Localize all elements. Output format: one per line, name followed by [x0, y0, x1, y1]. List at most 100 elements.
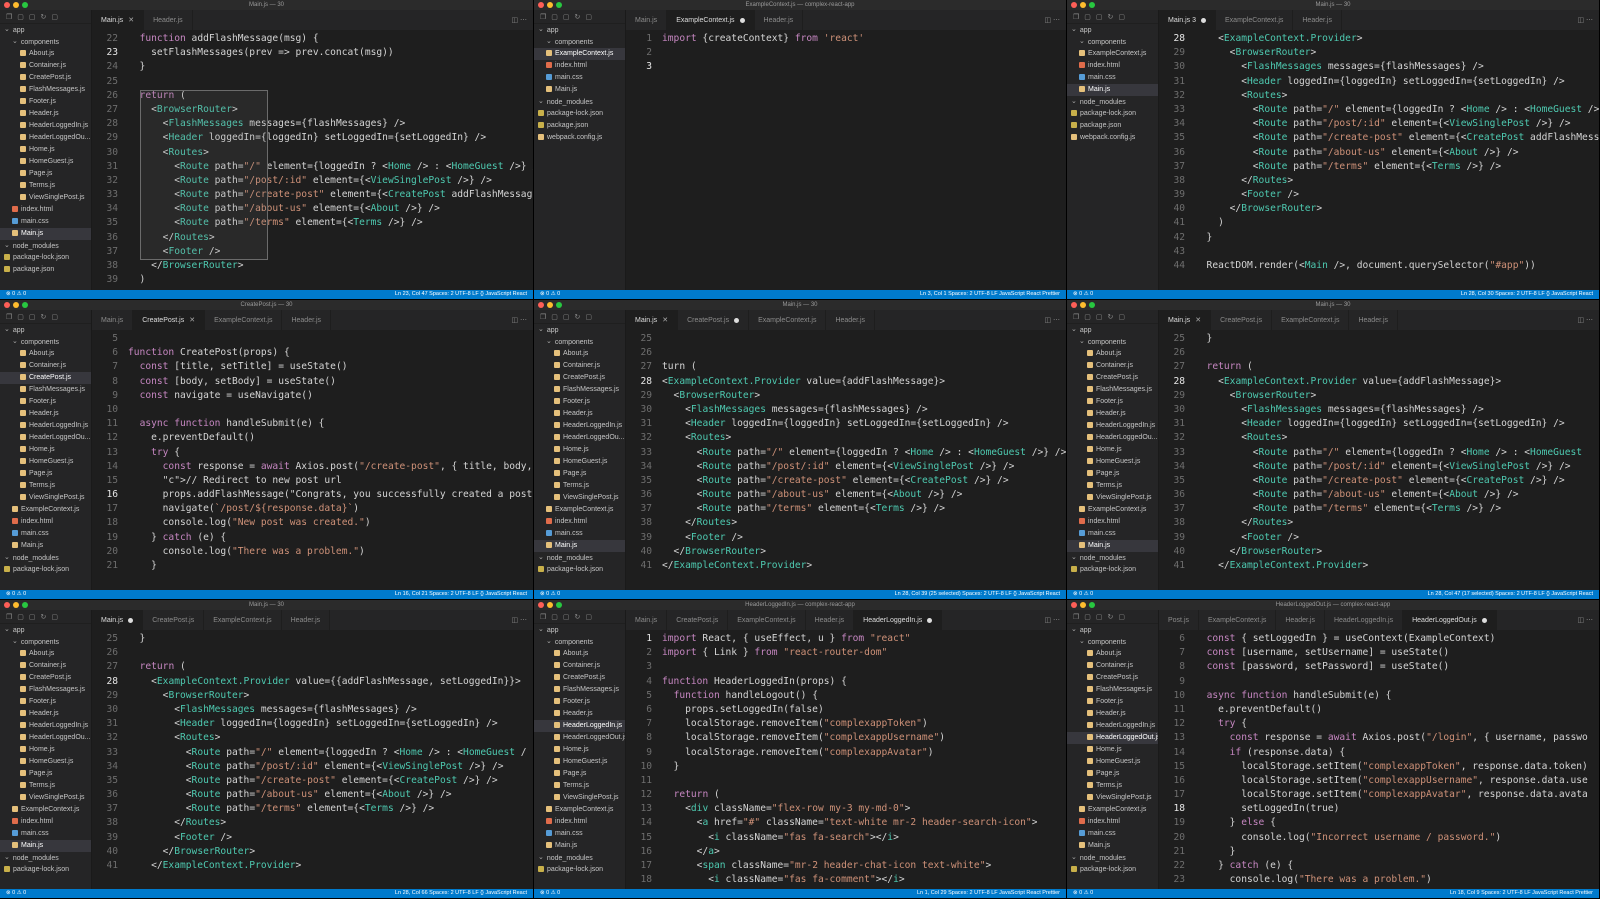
explorer-file[interactable]: Main.js — [534, 840, 625, 852]
editor-tab[interactable]: Main.js ✕ — [92, 10, 145, 30]
explorer-file[interactable]: HeaderLoggedIn.js — [534, 720, 625, 732]
explorer-file[interactable]: package-lock.json — [534, 564, 625, 576]
explorer-folder[interactable]: ⌄ app — [534, 24, 625, 36]
collapse-icon[interactable]: ▢ — [51, 613, 58, 621]
explorer-file[interactable]: Container.js — [1067, 660, 1158, 672]
explorer-file[interactable]: Container.js — [0, 360, 91, 372]
explorer-folder[interactable]: ⌄ app — [0, 324, 91, 336]
new-folder-icon[interactable]: ▢ — [1096, 313, 1103, 321]
editor-tab[interactable]: HeaderLoggedOut.js — [1403, 610, 1497, 630]
explorer-file[interactable]: HomeGuest.js — [0, 756, 91, 768]
explorer-file[interactable]: Home.js — [0, 444, 91, 456]
status-errors[interactable]: ⊗ 0 ⚠ 0 — [1073, 890, 1093, 896]
explorer-file[interactable]: HomeGuest.js — [534, 756, 625, 768]
status-errors[interactable]: ⊗ 0 ⚠ 0 — [6, 291, 26, 297]
explorer-file[interactable]: Header.js — [534, 708, 625, 720]
split-editor-icon[interactable]: ◫ ⋯ — [1044, 16, 1060, 24]
explorer-file[interactable]: index.html — [534, 816, 625, 828]
status-errors[interactable]: ⊗ 0 ⚠ 0 — [540, 591, 560, 597]
collapse-icon[interactable]: ▢ — [51, 313, 58, 321]
explorer-file[interactable]: Page.js — [0, 168, 91, 180]
editor-tab[interactable]: CreatePost.js — [667, 610, 729, 630]
explorer-file[interactable]: HeaderLoggedIn.js — [0, 420, 91, 432]
collapse-icon[interactable]: ▢ — [1118, 313, 1125, 321]
explorer-file[interactable]: index.html — [0, 516, 91, 528]
collapse-icon[interactable]: ▢ — [1118, 613, 1125, 621]
explorer-file[interactable]: HeaderLoggedIn.js — [0, 120, 91, 132]
explorer-file[interactable]: main.css — [1067, 72, 1158, 84]
split-editor-icon[interactable]: ◫ ⋯ — [1044, 616, 1060, 624]
explorer-folder[interactable]: ⌄ node_modules — [0, 552, 91, 564]
close-tab-icon[interactable]: ✕ — [189, 316, 195, 324]
explorer-folder[interactable]: ⌄ app — [0, 624, 91, 636]
explorer-file[interactable]: package-lock.json — [1067, 564, 1158, 576]
explorer-file[interactable]: Container.js — [534, 360, 625, 372]
explorer-file[interactable]: Header.js — [0, 708, 91, 720]
close-tab-icon[interactable]: ✕ — [662, 316, 668, 324]
explorer-file[interactable]: webpack.config.js — [1067, 132, 1158, 144]
new-file-icon[interactable]: ▢ — [17, 313, 24, 321]
editor-tab[interactable]: CreatePost.js — [1211, 310, 1273, 330]
explorer-file[interactable]: CreatePost.js — [1067, 372, 1158, 384]
explorer-file[interactable]: Main.js — [0, 540, 91, 552]
editor-tab[interactable]: Header.js — [826, 310, 876, 330]
explorer-file[interactable]: FlashMessages.js — [0, 384, 91, 396]
explorer-folder[interactable]: ⌄ node_modules — [1067, 552, 1158, 564]
files-icon[interactable]: ❐ — [1073, 613, 1079, 621]
explorer-file[interactable]: Main.js — [1067, 540, 1158, 552]
explorer-folder[interactable]: ⌄ node_modules — [0, 852, 91, 864]
explorer-folder[interactable]: ⌄ app — [534, 624, 625, 636]
explorer-file[interactable]: Terms.js — [1067, 780, 1158, 792]
new-file-icon[interactable]: ▢ — [1084, 313, 1091, 321]
explorer-file[interactable]: FlashMessages.js — [0, 684, 91, 696]
explorer-file[interactable]: HeaderLoggedOu... — [534, 432, 625, 444]
close-tab-icon[interactable]: ✕ — [1195, 316, 1201, 324]
explorer-file[interactable]: About.js — [0, 48, 91, 60]
explorer-file[interactable]: Terms.js — [0, 780, 91, 792]
status-errors[interactable]: ⊗ 0 ⚠ 0 — [1073, 591, 1093, 597]
explorer-file[interactable]: Page.js — [534, 768, 625, 780]
explorer-file[interactable]: ViewSinglePost.js — [0, 192, 91, 204]
explorer-file[interactable]: main.css — [534, 72, 625, 84]
explorer-file[interactable]: Terms.js — [0, 180, 91, 192]
explorer-file[interactable]: Terms.js — [534, 480, 625, 492]
explorer-file[interactable]: HeaderLoggedIn.js — [1067, 420, 1158, 432]
files-icon[interactable]: ❐ — [540, 613, 546, 621]
explorer-file[interactable]: HeaderLoggedIn.js — [1067, 720, 1158, 732]
explorer-file[interactable]: main.css — [0, 828, 91, 840]
explorer-file[interactable]: ExampleContext.js — [534, 504, 625, 516]
editor-tab[interactable]: Main.js — [626, 610, 668, 630]
explorer-file[interactable]: Footer.js — [1067, 396, 1158, 408]
explorer-file[interactable]: ExampleContext.js — [1067, 504, 1158, 516]
explorer-folder[interactable]: ⌄ app — [1067, 324, 1158, 336]
explorer-file[interactable]: Page.js — [0, 768, 91, 780]
explorer-file[interactable]: main.css — [0, 216, 91, 228]
explorer-file[interactable]: Home.js — [534, 744, 625, 756]
explorer-file[interactable]: ViewSinglePost.js — [0, 492, 91, 504]
code-editor[interactable]: 25 26 27 turn (28 <ExampleContext.Provider v… — [626, 330, 1066, 590]
explorer-file[interactable]: Main.js — [1067, 84, 1158, 96]
explorer-file[interactable]: package-lock.json — [0, 564, 91, 576]
explorer-folder[interactable]: ⌄ components — [534, 636, 625, 648]
files-icon[interactable]: ❐ — [540, 13, 546, 21]
editor-tab[interactable]: Header.js — [1276, 610, 1325, 630]
explorer-file[interactable]: ViewSinglePost.js — [1067, 492, 1158, 504]
explorer-file[interactable]: Page.js — [0, 468, 91, 480]
explorer-file[interactable]: package-lock.json — [534, 864, 625, 876]
explorer-file[interactable]: Home.js — [0, 144, 91, 156]
explorer-file[interactable]: Home.js — [1067, 744, 1158, 756]
files-icon[interactable]: ❐ — [6, 613, 12, 621]
explorer-file[interactable]: index.html — [1067, 60, 1158, 72]
explorer-file[interactable]: CreatePost.js — [0, 672, 91, 684]
explorer-file[interactable]: Page.js — [1067, 468, 1158, 480]
new-folder-icon[interactable]: ▢ — [563, 13, 570, 21]
explorer-file[interactable]: CreatePost.js — [1067, 672, 1158, 684]
explorer-file[interactable]: index.html — [534, 516, 625, 528]
explorer-file[interactable]: main.css — [534, 528, 625, 540]
explorer-folder[interactable]: ⌄ node_modules — [534, 96, 625, 108]
explorer-file[interactable]: Footer.js — [0, 396, 91, 408]
collapse-icon[interactable]: ▢ — [585, 613, 592, 621]
editor-tab[interactable]: Main.js — [92, 610, 144, 630]
editor-tab[interactable]: Main.js 3 — [1159, 10, 1217, 30]
editor-tab[interactable]: Main.js ✕ — [1159, 310, 1212, 330]
